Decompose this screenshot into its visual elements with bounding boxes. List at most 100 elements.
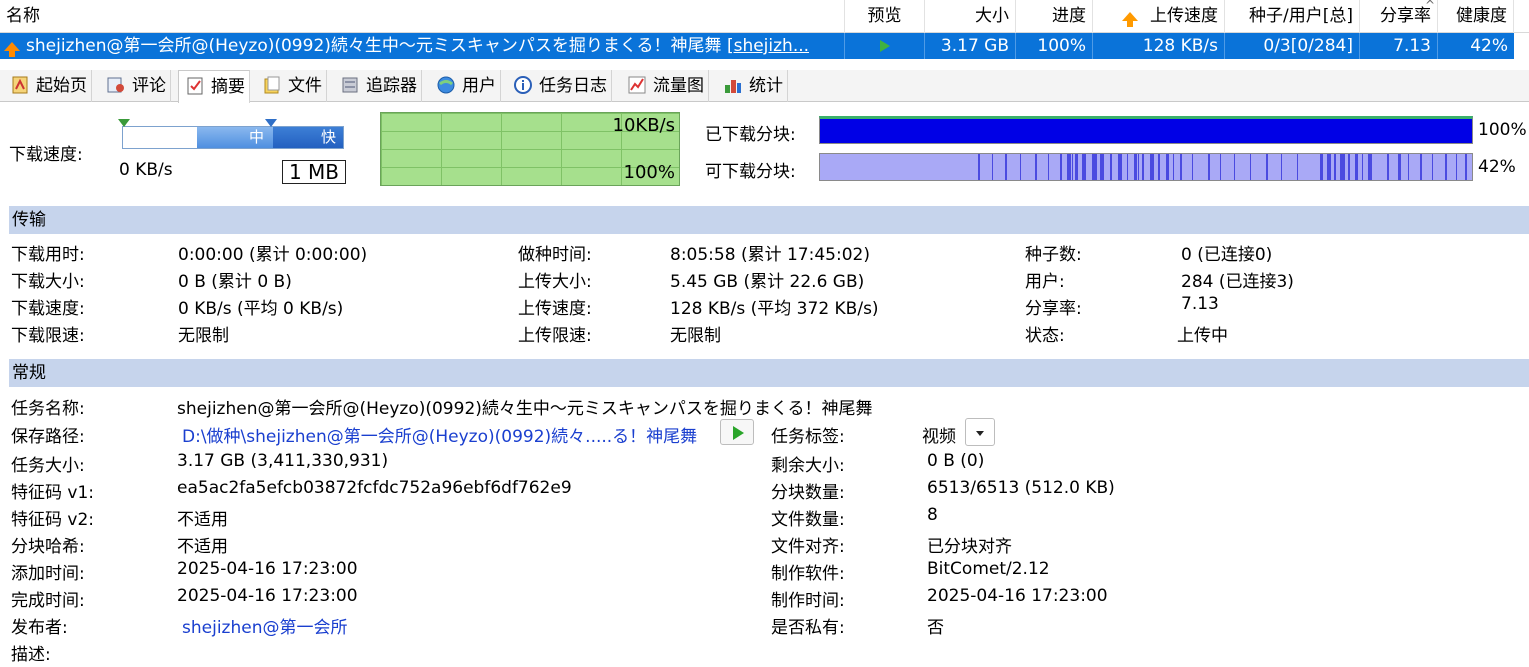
transfer-value: 0 KB/s (平均 0 KB/s) [178, 299, 344, 319]
transfer-label: 上传速度: [518, 299, 592, 319]
available-piece-stripe [1142, 154, 1144, 180]
task-tag-dropdown[interactable] [965, 418, 995, 446]
tab-summary[interactable]: 摘要 [178, 70, 250, 103]
column-header-health[interactable]: 健康度 [1438, 0, 1514, 33]
transfer-value: 8:05:58 (累计 17:45:02) [670, 245, 870, 265]
speed-slider[interactable]: 中 快 [118, 119, 344, 149]
transfer-label: 上传大小: [518, 272, 592, 292]
transfer-label: 下载大小: [11, 272, 85, 292]
task-name-link[interactable]: [shejizh... [727, 36, 809, 56]
comment-icon [106, 74, 126, 94]
task-name: shejizhen@第一会所@(Heyzo)(0992)続々生中～元ミスキャンパ… [26, 36, 722, 56]
downloaded-pieces-percent: 100% [1478, 120, 1527, 140]
publisher-link[interactable]: shejizhen@第一会所 [182, 613, 347, 638]
available-piece-stripe [1208, 154, 1210, 180]
general-label: 制作时间: [771, 591, 845, 611]
column-header-preview[interactable]: 预览 [845, 0, 925, 33]
task-progress: 100% [1016, 33, 1093, 59]
task-list-header: 名称 预览 大小 进度 上传速度 种子/用户[总] 分享率 ^ 健康度 [0, 0, 1529, 33]
traffic-chart-icon [627, 74, 647, 94]
transfer-label: 做种时间: [518, 245, 592, 265]
general-label: 制作软件: [771, 564, 845, 584]
column-header-size[interactable]: 大小 [925, 0, 1016, 33]
transfer-label: 下载用时: [11, 245, 85, 265]
column-header-seeds-peers[interactable]: 种子/用户[总] [1225, 0, 1360, 33]
available-piece-stripe [1408, 154, 1409, 180]
available-piece-stripe [1084, 154, 1086, 180]
transfer-value: 上传中 [1177, 326, 1228, 346]
task-name-value: shejizhen@第一会所@(Heyzo)(0992)続々生中～元ミスキャンパ… [177, 399, 873, 419]
slider-min-marker[interactable] [118, 119, 130, 127]
available-piece-stripe [1060, 154, 1062, 180]
general-value: ea5ac2fa5efcb03872fcfdc752a96ebf6df762e9 [177, 478, 572, 498]
save-path-label: 保存路径: [11, 427, 85, 447]
available-piece-stripe [1035, 154, 1037, 180]
general-section-header: 常规 [9, 359, 1529, 387]
task-name-label: 任务名称: [11, 399, 85, 419]
task-name-cell[interactable]: shejizhen@第一会所@(Heyzo)(0992)続々生中～元ミスキャンパ… [0, 33, 845, 59]
transfer-value: 0 B (累计 0 B) [178, 272, 292, 292]
general-label: 分块数量: [771, 483, 845, 503]
description-label: 描述: [11, 645, 51, 665]
transfer-value: 0:00:00 (累计 0:00:00) [178, 245, 368, 265]
tab-files[interactable]: 文件 [256, 70, 327, 102]
available-piece-stripe [1432, 154, 1433, 180]
available-piece-stripe [1173, 154, 1174, 180]
column-header-name[interactable]: 名称 [0, 0, 845, 33]
available-piece-stripe [1180, 154, 1182, 180]
transfer-label: 用户: [1025, 272, 1065, 292]
available-piece-stripe [1150, 154, 1154, 180]
transfer-value: 5.45 GB (累计 22.6 GB) [670, 272, 865, 292]
available-piece-stripe [1220, 154, 1221, 180]
transfer-value: 284 (已连接3) [1181, 272, 1294, 292]
transfer-label: 分享率: [1025, 299, 1082, 319]
open-folder-button[interactable] [720, 419, 754, 445]
general-label: 特征码 v1: [11, 483, 95, 503]
available-piece-stripe [1465, 154, 1467, 180]
transfer-label: 下载限速: [11, 326, 85, 346]
available-piece-stripe [1340, 154, 1345, 180]
general-value: 2025-04-16 17:23:00 [177, 586, 358, 606]
tab-home[interactable]: 起始页 [4, 70, 92, 102]
available-piece-stripe [1281, 154, 1282, 180]
task-preview-cell[interactable] [845, 33, 925, 59]
general-label: 文件对齐: [771, 537, 845, 557]
general-value: 已分块对齐 [927, 537, 1012, 557]
available-piece-stripe [1456, 154, 1457, 180]
general-label: 添加时间: [11, 564, 85, 584]
available-piece-stripe [1158, 154, 1160, 180]
task-tag-label: 任务标签: [771, 427, 845, 447]
save-path-link[interactable]: D:\做种\shejizhen@第一会所@(Heyzo)(0992)続々....… [182, 422, 697, 447]
tab-traffic-chart[interactable]: 流量图 [621, 70, 709, 102]
column-header-upload-speed[interactable]: 上传速度 [1093, 0, 1225, 33]
available-piece-stripe [1445, 154, 1447, 180]
transfer-label: 下载速度: [11, 299, 85, 319]
general-label: 分块哈希: [11, 537, 85, 557]
available-piece-stripe [1020, 154, 1021, 180]
preview-play-icon[interactable] [879, 40, 890, 52]
general-label: 文件数量: [771, 510, 845, 530]
general-value: 不适用 [177, 537, 228, 557]
tab-comments[interactable]: 评论 [100, 70, 171, 102]
statistics-icon [723, 74, 743, 94]
transfer-value: 0 (已连接0) [1181, 245, 1273, 265]
slider-thumb[interactable] [265, 119, 277, 127]
peers-icon [436, 74, 456, 94]
tab-peers[interactable]: 用户 [430, 70, 501, 102]
tab-statistics[interactable]: 统计 [717, 70, 788, 102]
task-tag-value: 视频 [922, 427, 956, 447]
available-piece-stripe [1110, 154, 1112, 180]
general-value: 6513/6513 (512.0 KB) [927, 478, 1115, 498]
transfer-value: 无限制 [670, 326, 721, 346]
task-upload-speed: 128 KB/s [1093, 33, 1225, 59]
tab-task-log[interactable]: 任务日志 [507, 70, 612, 102]
task-row[interactable]: shejizhen@第一会所@(Heyzo)(0992)続々生中～元ミスキャンパ… [0, 33, 1514, 59]
general-value: 3.17 GB (3,411,330,931) [177, 451, 389, 471]
speed-limit-box[interactable]: 1 MB [282, 160, 346, 184]
summary-icon [185, 75, 205, 95]
transfer-label: 种子数: [1025, 245, 1082, 265]
column-header-progress[interactable]: 进度 [1016, 0, 1093, 33]
available-piece-stripe [992, 154, 993, 180]
available-piece-stripe [1266, 154, 1268, 180]
tab-trackers[interactable]: 追踪器 [334, 70, 422, 102]
